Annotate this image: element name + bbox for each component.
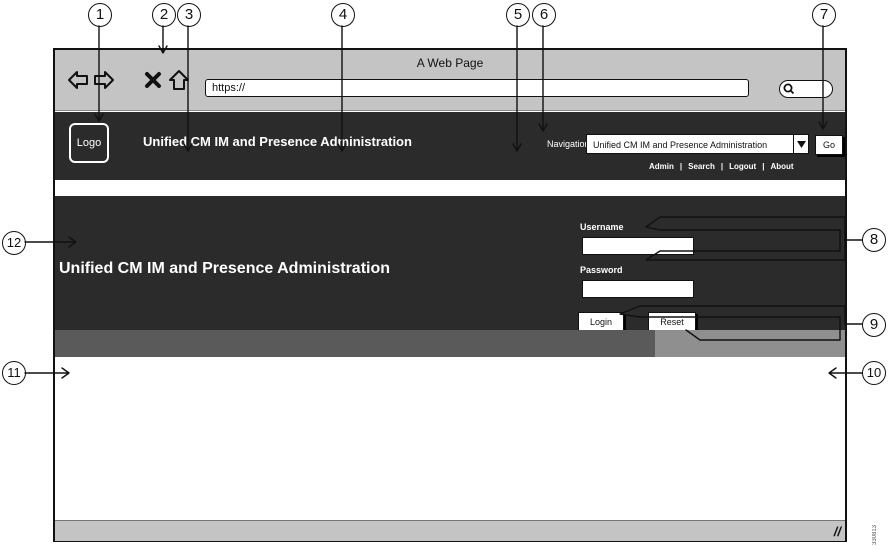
navigation-select[interactable]: Unified CM IM and Presence Administratio… — [586, 134, 794, 154]
callout-6: 6 — [532, 3, 556, 27]
callout-11: 11 — [2, 361, 26, 385]
go-button[interactable]: Go — [815, 135, 843, 155]
header-app-title: Unified CM IM and Presence Administratio… — [143, 134, 412, 149]
main-app-title: Unified CM IM and Presence Administratio… — [59, 260, 391, 277]
browser-status-bar: // — [55, 520, 845, 541]
callout-7: 7 — [812, 3, 836, 27]
window-title: A Web Page — [416, 56, 484, 70]
forward-arrow-icon[interactable] — [93, 69, 115, 91]
password-label: Password — [580, 265, 623, 275]
callout-5: 5 — [506, 3, 530, 27]
header-divider — [55, 180, 845, 196]
username-field[interactable] — [582, 237, 694, 255]
callout-12: 12 — [2, 231, 26, 255]
callout-4: 4 — [331, 3, 355, 27]
admin-link[interactable]: Admin — [649, 162, 674, 171]
browser-window: A Web Page https:// Logo Unified CM IM a… — [53, 48, 847, 542]
navigation-dropdown-toggle[interactable] — [793, 134, 809, 154]
login-button[interactable]: Login — [578, 312, 624, 332]
progress-bar — [55, 330, 845, 357]
callout-3: 3 — [177, 3, 201, 27]
callout-8: 8 — [862, 228, 886, 252]
logo[interactable]: Logo — [69, 123, 109, 163]
header-links: Admin | Search | Logout | About — [649, 162, 794, 171]
callout-1: 1 — [88, 3, 112, 27]
link-separator: | — [762, 162, 765, 171]
back-arrow-icon[interactable] — [67, 69, 89, 91]
figure-id: 330813 — [872, 524, 878, 545]
progress-fill — [55, 330, 656, 357]
about-link[interactable]: About — [770, 162, 793, 171]
stop-icon[interactable] — [144, 69, 162, 91]
username-label: Username — [580, 222, 624, 232]
resize-grip-icon[interactable]: // — [834, 524, 841, 539]
browser-titlebar: A Web Page https:// — [55, 50, 845, 111]
reset-button[interactable]: Reset — [648, 312, 696, 332]
link-separator: | — [679, 162, 683, 171]
callout-9: 9 — [862, 313, 886, 337]
password-field[interactable] — [582, 280, 694, 298]
url-bar[interactable]: https:// — [205, 79, 749, 97]
callout-2: 2 — [152, 3, 176, 27]
callout-10: 10 — [862, 361, 886, 385]
chevron-down-icon — [797, 141, 806, 148]
search-icon — [783, 83, 795, 95]
link-separator: | — [720, 162, 724, 171]
home-icon[interactable] — [168, 69, 190, 91]
login-panel: Unified CM IM and Presence Administratio… — [55, 196, 845, 332]
app-header: Logo Unified CM IM and Presence Administ… — [55, 112, 845, 180]
search-link[interactable]: Search — [688, 162, 715, 171]
navigation-label: Navigation — [547, 139, 590, 149]
logout-link[interactable]: Logout — [729, 162, 756, 171]
browser-search-box[interactable] — [779, 80, 833, 98]
